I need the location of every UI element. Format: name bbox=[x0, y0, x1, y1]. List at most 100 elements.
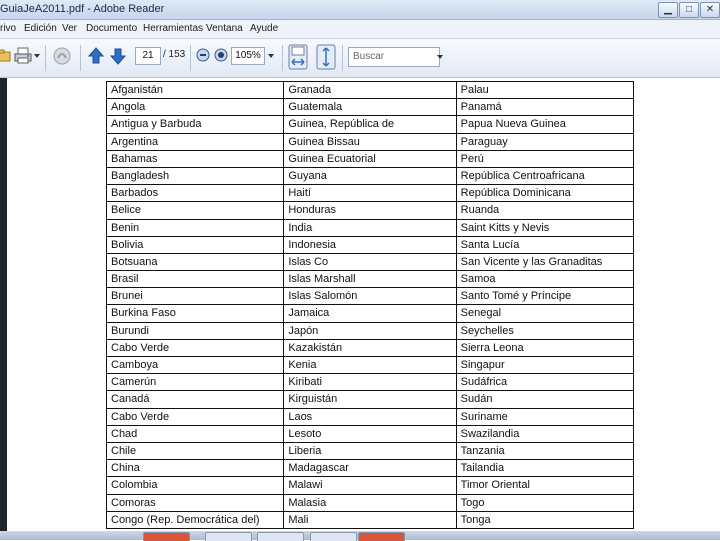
next-page-icon[interactable] bbox=[110, 47, 126, 65]
table-row: Argentina Guinea Bissau Paraguay bbox=[105, 132, 635, 151]
country-cell: Honduras bbox=[283, 201, 457, 220]
chevron-down-icon[interactable] bbox=[34, 53, 40, 59]
country-cell: Kazakistán bbox=[283, 338, 457, 358]
country-cell: India bbox=[283, 218, 457, 237]
country-cell: Burkina Faso bbox=[105, 304, 285, 323]
country-cell: Malawi bbox=[283, 476, 457, 495]
country-cell: Panamá bbox=[455, 98, 635, 117]
country-cell: Guinea, República de bbox=[283, 115, 457, 134]
country-cell: Laos bbox=[283, 407, 457, 426]
table-row: Bolivia Indonesia Santa Lucía bbox=[105, 235, 635, 254]
print-icon[interactable] bbox=[14, 47, 34, 65]
country-cell: Belice bbox=[105, 201, 285, 220]
page-number-input[interactable]: 21 bbox=[135, 47, 161, 65]
page-count: / 153 bbox=[163, 49, 186, 60]
title-bar: GuiaJeA2011.pdf - Adobe Reader ▁ □ ✕ bbox=[0, 0, 720, 20]
table-row: Chad Lesoto Swazilandia bbox=[105, 424, 635, 443]
menu-edicion[interactable]: Edición bbox=[24, 23, 57, 34]
country-cell: Colombia bbox=[105, 476, 285, 495]
table-row: Afganistán Granada Palau bbox=[105, 80, 635, 100]
zoom-in-icon[interactable] bbox=[214, 48, 228, 62]
save-disk-icon[interactable] bbox=[288, 44, 308, 70]
country-cell: Comoras bbox=[105, 493, 285, 512]
country-cell: Barbados bbox=[105, 184, 285, 203]
country-cell: Haití bbox=[283, 184, 457, 203]
country-cell: Canadá bbox=[105, 390, 285, 409]
country-cell: Seychelles bbox=[455, 321, 635, 340]
toolbar-separator bbox=[80, 45, 81, 71]
country-cell: Sudán bbox=[455, 390, 635, 409]
table-row: Congo (Rep. Democrática del) Mali Tonga bbox=[105, 510, 635, 529]
menu-documento[interactable]: Documento bbox=[86, 23, 137, 34]
table-row: Burundi Japón Seychelles bbox=[105, 321, 635, 340]
search-dropdown-icon[interactable] bbox=[437, 54, 443, 60]
menu-archivo[interactable]: rivo bbox=[0, 23, 16, 34]
menu-bar: rivo Edición Ver Documento Herramientas … bbox=[0, 20, 720, 39]
country-cell: Tailandia bbox=[455, 459, 635, 478]
country-cell: Antigua y Barbuda bbox=[105, 115, 285, 134]
country-cell: Chile bbox=[105, 441, 285, 461]
country-cell: Bangladesh bbox=[105, 166, 285, 186]
country-cell: Togo bbox=[455, 493, 635, 512]
search-input[interactable]: Buscar bbox=[348, 47, 440, 67]
zoom-dropdown-icon[interactable] bbox=[268, 53, 274, 59]
table-row: Bahamas Guinea Ecuatorial Perú bbox=[105, 149, 635, 168]
zoom-input[interactable]: 105% bbox=[231, 47, 265, 65]
country-cell: Guinea Bissau bbox=[283, 132, 457, 151]
minimize-button[interactable]: ▁ bbox=[658, 2, 678, 18]
country-table: Afganistán Granada Palau Angola Guatemala Pan… bbox=[105, 80, 635, 529]
country-cell: Perú bbox=[455, 149, 635, 168]
country-cell: Benin bbox=[105, 218, 285, 237]
table-row: Brunei Islas Salomón Santo Tomé y Príncipe bbox=[105, 287, 635, 306]
country-cell: Jamaica bbox=[283, 304, 457, 323]
country-cell: Timor Oriental bbox=[455, 476, 635, 495]
open-folder-icon[interactable] bbox=[0, 47, 12, 63]
navigation-pane[interactable] bbox=[0, 78, 7, 531]
country-cell: Cabo Verde bbox=[105, 338, 285, 358]
country-cell: Indonesia bbox=[283, 235, 457, 254]
fit-page-icon[interactable] bbox=[316, 44, 336, 70]
country-cell: Japón bbox=[283, 321, 457, 340]
table-row: Bangladesh Guyana República Centroafricana bbox=[105, 166, 635, 186]
table-row: Canadá Kirguistán Sudán bbox=[105, 390, 635, 409]
zoom-out-icon[interactable] bbox=[196, 48, 210, 62]
minimize-icon: ▁ bbox=[664, 4, 672, 15]
menu-ayuda[interactable]: Ayude bbox=[250, 23, 278, 34]
country-cell: Afganistán bbox=[105, 80, 285, 100]
country-cell: Islas Co bbox=[283, 252, 457, 272]
country-cell: Suriname bbox=[455, 407, 635, 426]
table-row: Benin India Saint Kitts y Nevis bbox=[105, 218, 635, 237]
toolbar-separator bbox=[342, 45, 343, 71]
country-cell: Kenia bbox=[283, 355, 457, 375]
country-cell: Camboya bbox=[105, 355, 285, 375]
previous-page-icon[interactable] bbox=[88, 47, 104, 65]
document-view[interactable]: Afganistán Granada Palau Angola Guatemala Pan… bbox=[7, 78, 720, 531]
country-cell: Saint Kitts y Nevis bbox=[455, 218, 635, 237]
country-cell: Congo (Rep. Democrática del) bbox=[105, 510, 285, 529]
country-cell: Bahamas bbox=[105, 149, 285, 168]
table-row: Cabo Verde Kazakistán Sierra Leona bbox=[105, 338, 635, 358]
sign-icon[interactable] bbox=[52, 46, 72, 66]
menu-ventana[interactable]: Ventana bbox=[206, 23, 243, 34]
country-cell: Guyana bbox=[283, 166, 457, 186]
table-row: Camboya Kenia Singapur bbox=[105, 355, 635, 375]
country-cell: Ruanda bbox=[455, 201, 635, 220]
country-cell: Islas Marshall bbox=[283, 270, 457, 289]
country-cell: Kirguistán bbox=[283, 390, 457, 409]
table-row: Camerún Kiribati Sudáfrica bbox=[105, 373, 635, 392]
country-cell: Palau bbox=[455, 80, 635, 100]
table-row: China Madagascar Tailandia bbox=[105, 459, 635, 478]
country-cell: Bolivia bbox=[105, 235, 285, 254]
country-cell: Liberia bbox=[283, 441, 457, 461]
close-button[interactable]: ✕ bbox=[700, 2, 720, 18]
country-cell: Singapur bbox=[455, 355, 635, 375]
table-row: Colombia Malawi Timor Oriental bbox=[105, 476, 635, 495]
country-cell: Swazilandia bbox=[455, 424, 635, 443]
toolbar: 21 / 153 105% Buscar bbox=[0, 39, 720, 78]
toolbar-separator bbox=[190, 45, 191, 71]
menu-herramientas[interactable]: Herramientas bbox=[143, 23, 203, 34]
menu-ver[interactable]: Ver bbox=[62, 23, 77, 34]
maximize-button[interactable]: □ bbox=[679, 2, 699, 18]
country-cell: Brunei bbox=[105, 287, 285, 306]
table-row: Brasil Islas Marshall Samoa bbox=[105, 270, 635, 289]
